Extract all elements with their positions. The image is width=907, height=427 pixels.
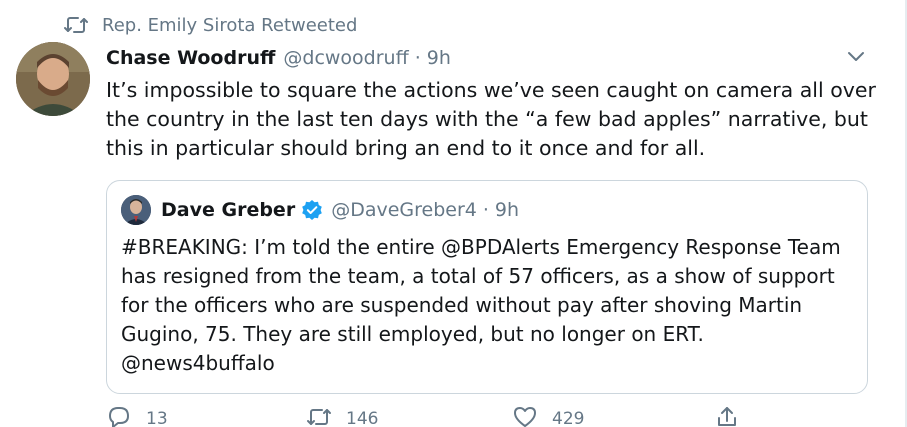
tweet-actions: 13 146 429 [106,404,806,427]
author-handle[interactable]: @dcwoodruff [283,47,408,69]
reply-count: 13 [146,409,168,427]
separator-dot: · [414,47,421,69]
author-name[interactable]: Chase Woodruff [106,47,275,69]
tweet-text-line: this in particular should bring an end t… [106,136,706,160]
tweet-time[interactable]: 9h [427,47,451,69]
tweet-text-line: the country in the last ten days with th… [106,107,868,131]
verified-badge-icon [301,199,323,221]
retweet-context: Rep. Emily Sirota Retweeted [64,12,357,38]
heart-icon [512,404,538,427]
tweet-text-line: It’s impossible to square the actions we… [106,78,876,102]
reply-icon [106,404,132,427]
like-count: 429 [552,409,585,427]
quoted-text-line: Gugino, 75. They are still employed, but… [121,322,704,346]
retweet-button[interactable]: 146 [306,404,378,427]
chevron-down-icon[interactable] [845,46,867,68]
share-button[interactable] [714,404,754,427]
retweet-icon [306,404,332,427]
separator-dot: · [482,199,489,221]
quoted-author-handle: @DaveGreber4 [331,199,477,221]
quoted-tweet-header: Dave Greber @DaveGreber4 · 9h [121,195,519,225]
quoted-avatar [121,195,151,225]
quoted-author-name: Dave Greber [161,199,296,221]
quoted-tweet[interactable]: Dave Greber @DaveGreber4 · 9h #BREAKING:… [106,180,868,394]
retweet-icon [64,15,88,35]
retweet-count: 146 [346,409,379,427]
quoted-text-line: #BREAKING: I’m told the entire @BPDAlert… [121,235,841,259]
quoted-text-line: @news4buffalo [121,351,275,375]
tweet-text: It’s impossible to square the actions we… [106,76,886,163]
quoted-tweet-time: 9h [494,199,520,221]
tweet-header: Chase Woodruff @dcwoodruff · 9h [106,42,451,74]
like-button[interactable]: 429 [512,404,584,427]
quoted-text-line: for the officers who are suspended witho… [121,293,803,317]
avatar[interactable] [16,42,90,116]
share-icon [714,404,740,427]
quoted-text-line: has resigned from the team, a total of 5… [121,264,835,288]
retweet-context-label[interactable]: Rep. Emily Sirota Retweeted [102,15,357,36]
quoted-tweet-text: #BREAKING: I’m told the entire @BPDAlert… [121,233,861,378]
reply-button[interactable]: 13 [106,404,168,427]
